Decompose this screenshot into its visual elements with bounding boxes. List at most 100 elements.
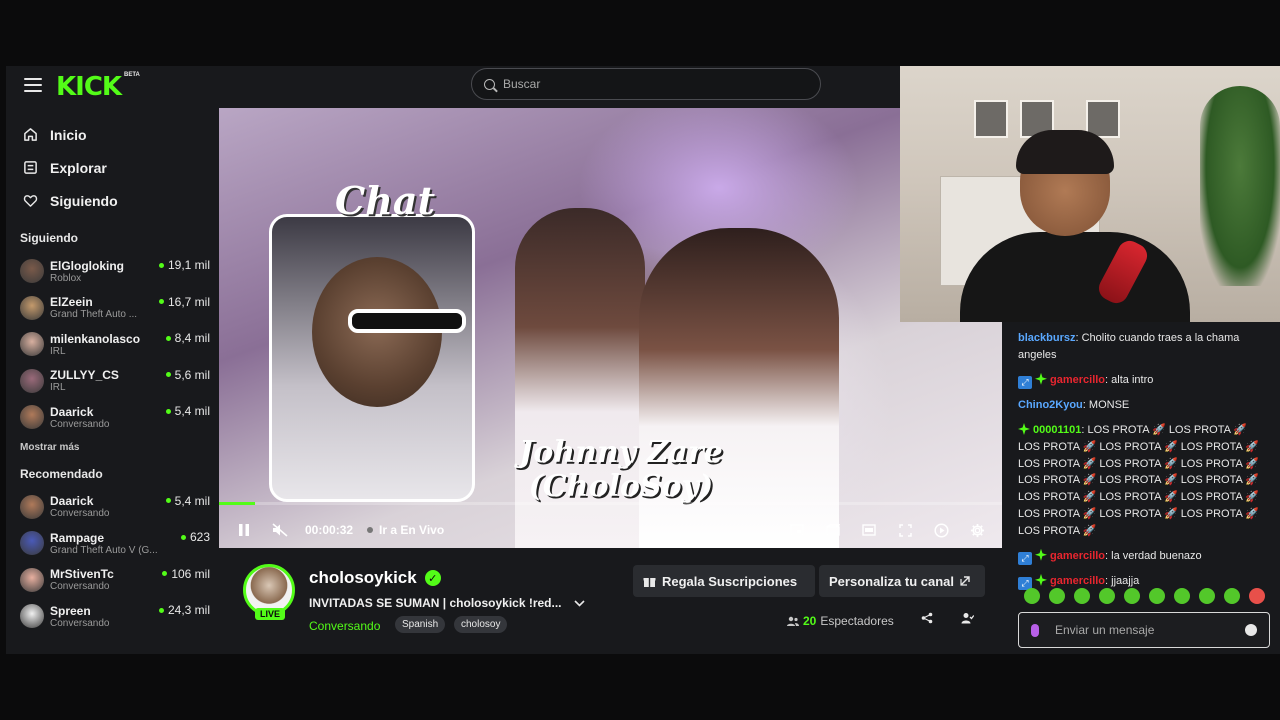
- chat-username[interactable]: gamercillo: [1050, 374, 1105, 386]
- channel-category: Roblox: [50, 272, 82, 284]
- emoji-icon[interactable]: [1245, 624, 1257, 636]
- sidebar-channel-elglogloking[interactable]: ElGlogloking Roblox 19,1 mil: [6, 253, 218, 290]
- sidebar-channel-rampage[interactable]: Rampage Grand Theft Auto V (G... 623: [6, 525, 218, 562]
- chat-message: Chino2Kyou: MONSE: [1018, 397, 1268, 414]
- customize-channel-button[interactable]: Personaliza tu canal: [819, 565, 985, 597]
- live-dot-icon: [158, 262, 164, 268]
- go-live-label: Ir a En Vivo: [379, 523, 445, 537]
- menu-icon[interactable]: [24, 78, 42, 92]
- sidebar-channel-daarick[interactable]: Daarick Conversando 5,4 mil: [6, 399, 218, 436]
- chat-text: MONSE: [1088, 398, 1130, 411]
- emote-icon[interactable]: [1049, 588, 1065, 604]
- beta-badge: BETA: [124, 72, 140, 78]
- video-chat-frame: [269, 214, 475, 502]
- emote-icon[interactable]: [1024, 588, 1040, 604]
- chat-username[interactable]: blackbursz: [1018, 332, 1075, 344]
- kick-logo[interactable]: KICK: [56, 72, 122, 102]
- webcam-overlay: [900, 66, 1280, 322]
- chat-username[interactable]: gamercillo: [1050, 550, 1105, 562]
- show-more-link[interactable]: Mostrar más: [6, 442, 218, 453]
- sidebar-channel-elzeein[interactable]: ElZeein Grand Theft Auto ... 16,7 mil: [6, 290, 218, 327]
- go-live-button[interactable]: Ir a En Vivo: [367, 523, 444, 537]
- viewer-count: 8,4 mil: [165, 331, 210, 345]
- live-dot-icon: [158, 299, 164, 304]
- sparkle-badge-icon: [1035, 573, 1047, 586]
- live-dot-icon: [162, 571, 168, 576]
- chat-username[interactable]: gamercillo: [1050, 575, 1105, 587]
- clip-icon[interactable]: [822, 519, 844, 541]
- viewer-count-text: 19,1 mil: [167, 258, 210, 272]
- pause-icon[interactable]: [233, 519, 255, 541]
- emote-icon[interactable]: [1249, 588, 1265, 604]
- fullscreen-icon[interactable]: [894, 519, 916, 541]
- video-controls-right: [772, 519, 988, 541]
- playback-speed-icon[interactable]: [930, 519, 952, 541]
- chat-text: jjaajja: [1111, 574, 1140, 587]
- webcam-streamer-body: [960, 232, 1190, 322]
- emote-icon[interactable]: [1224, 588, 1240, 604]
- nav-item-siguiendo[interactable]: Siguiendo: [6, 184, 218, 217]
- sidebar-channel-spreen[interactable]: Spreen Conversando 24,3 mil: [6, 598, 218, 635]
- live-dot-icon: [165, 372, 171, 377]
- live-badge: LIVE: [255, 608, 286, 620]
- sidebar-channel-daarick[interactable]: Daarick Conversando 5,4 mil: [6, 489, 218, 526]
- emote-icon[interactable]: [1099, 588, 1115, 604]
- emote-icon[interactable]: [1074, 588, 1090, 604]
- stream-title: INVITADAS SE SUMAN | cholosoykick !red..…: [309, 596, 585, 610]
- sidebar-channel-zullyy-cs[interactable]: ZULLYY_CS IRL 5,6 mil: [6, 363, 218, 400]
- app-frame: KICK BETA Inicio Explorar: [6, 66, 1280, 654]
- nav-item-inicio[interactable]: Inicio: [6, 118, 218, 151]
- chat-username[interactable]: 00001101: [1033, 424, 1081, 436]
- live-dot-icon: [165, 335, 171, 341]
- live-dot-icon: [180, 534, 186, 540]
- microphone-icon[interactable]: [1031, 623, 1039, 637]
- gift-subscriptions-button[interactable]: Regala Suscripciones: [633, 565, 815, 597]
- chat-messages: blackbursz: Cholito cuando traes a la ch…: [1004, 322, 1280, 590]
- viewer-count: 24,3 mil: [158, 603, 210, 617]
- search-bar[interactable]: [471, 68, 821, 100]
- stream-info: LIVE cholosoykick ✓ INVITADAS SE SUMAN |…: [219, 548, 1002, 654]
- sidebar-channel-mrstiventc[interactable]: MrStivenTc Conversando 106 mil: [6, 562, 218, 599]
- search-icon: [484, 78, 495, 90]
- chat-input-box[interactable]: [1018, 612, 1270, 648]
- gift-button-label: Regala Suscripciones: [662, 573, 798, 589]
- mute-icon[interactable]: [269, 519, 291, 541]
- channel-category: Conversando: [50, 581, 110, 593]
- nav-item-explorar[interactable]: Explorar: [6, 151, 218, 184]
- chat-message-input[interactable]: [1055, 623, 1245, 637]
- avatar: [20, 405, 44, 430]
- emote-icon[interactable]: [1149, 588, 1165, 604]
- viewer-count: 16,7 mil: [158, 295, 210, 309]
- chevron-down-icon[interactable]: [573, 596, 585, 610]
- home-icon: [22, 127, 38, 143]
- webcam-streamer: [960, 130, 1190, 322]
- chat-username[interactable]: Chino2Kyou: [1018, 399, 1083, 411]
- share-icon[interactable]: [921, 612, 933, 627]
- viewer-count-text: 24,3 mil: [167, 603, 210, 617]
- tag-cholosoy[interactable]: cholosoy: [454, 616, 508, 633]
- search-input[interactable]: [503, 77, 803, 91]
- heart-icon: [22, 193, 38, 209]
- channel-name[interactable]: cholosoykick ✓: [309, 568, 441, 588]
- viewer-count: 5,6 mil: [165, 368, 210, 382]
- pip-icon[interactable]: [786, 519, 808, 541]
- emote-icon[interactable]: [1124, 588, 1140, 604]
- channel-category: IRL: [50, 345, 66, 357]
- theater-mode-icon[interactable]: [858, 519, 880, 541]
- follow-user-icon[interactable]: [961, 612, 975, 627]
- video-overlay-chat: Chat: [335, 178, 436, 223]
- live-dot-icon: [165, 408, 171, 414]
- tag-spanish[interactable]: Spanish: [395, 616, 446, 633]
- emote-icon[interactable]: [1199, 588, 1215, 604]
- settings-gear-icon[interactable]: [966, 519, 988, 541]
- video-progress-bar[interactable]: [219, 502, 1002, 505]
- avatar: [20, 567, 44, 592]
- sidebar-channel-milenkanolasco[interactable]: milenkanolasco IRL 8,4 mil: [6, 326, 218, 363]
- video-player[interactable]: Chat Johnny Zare (CholoSoy) 00:00:32 Ir …: [219, 108, 1002, 548]
- webcam-streamer-hair: [1016, 130, 1114, 174]
- chat-message: ⤢ gamercillo: alta intro: [1018, 372, 1268, 389]
- emote-icon[interactable]: [1174, 588, 1190, 604]
- viewers-icon: [787, 616, 799, 627]
- category-link[interactable]: Conversando: [309, 619, 380, 633]
- chat-message: ⤢ gamercillo: la verdad buenazo: [1018, 548, 1268, 565]
